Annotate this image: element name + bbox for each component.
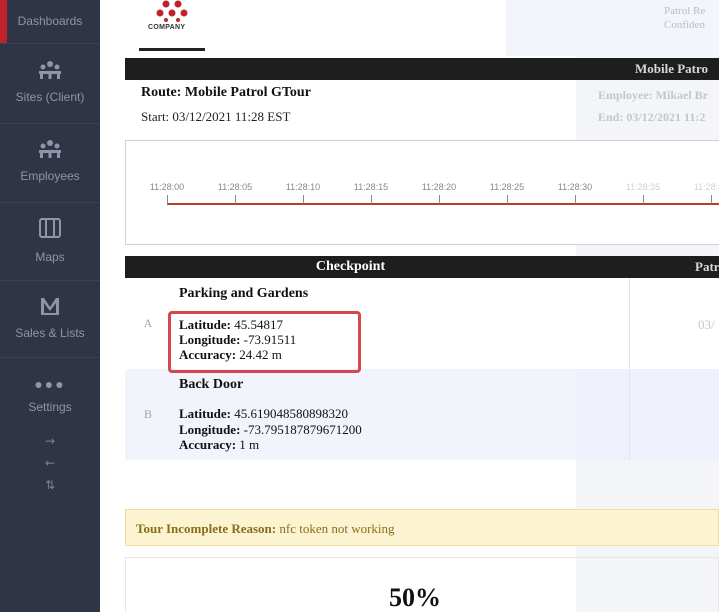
arrow-right-icon[interactable]: → bbox=[0, 434, 100, 448]
sidebar-item-employees[interactable]: Employees bbox=[0, 139, 100, 183]
maps-icon bbox=[0, 216, 100, 244]
company-logo: COMPANY bbox=[139, 0, 205, 53]
timeline-tick-mark bbox=[235, 195, 236, 204]
sidebar-item-label: Sales & Lists bbox=[15, 326, 85, 340]
sidebar-item-label: Maps bbox=[35, 250, 65, 264]
latitude-value: 45.619048580898320 bbox=[231, 406, 348, 421]
sites-icon bbox=[0, 60, 100, 84]
sidebar-item-settings[interactable]: ●●● Settings bbox=[0, 374, 100, 414]
checkpoint-header: Checkpoint bbox=[315, 259, 386, 274]
timeline-tick-label: 11:28:40 bbox=[693, 182, 719, 192]
timeline-track bbox=[167, 203, 719, 205]
report-title-blur: Patrol Re bbox=[664, 5, 706, 17]
latitude-line: Latitude: 45.619048580898320 bbox=[179, 406, 348, 421]
swap-icon[interactable]: ⇅ bbox=[0, 478, 100, 492]
incomplete-label: Tour Incomplete Reason: bbox=[136, 521, 277, 536]
divider bbox=[0, 43, 100, 44]
tour-incomplete-alert: Tour Incomplete Reason: nfc token not wo… bbox=[125, 509, 719, 546]
employees-icon bbox=[0, 139, 100, 163]
logo-caption: COMPANY bbox=[148, 24, 186, 31]
divider bbox=[0, 202, 100, 203]
timeline-tick-label: 11:28:15 bbox=[353, 182, 389, 192]
timeline-tick-label: 11:28:05 bbox=[217, 182, 253, 192]
divider bbox=[629, 369, 630, 460]
checkpoint-time-cell bbox=[576, 369, 719, 460]
timeline-tick-label: 11:28:20 bbox=[421, 182, 457, 192]
timeline-tick-label: 11:28:35 bbox=[625, 182, 661, 192]
timeline-tick-mark bbox=[303, 195, 304, 204]
employee-name-blur: Employee: Mikael Br bbox=[598, 88, 708, 102]
highlight-box bbox=[168, 311, 361, 373]
more-dots-icon: ●●● bbox=[34, 376, 66, 392]
accuracy-line: Accuracy: 1 m bbox=[179, 437, 259, 452]
divider bbox=[629, 278, 630, 369]
accuracy-value: 1 m bbox=[236, 437, 260, 452]
timeline-tick-mark bbox=[167, 195, 168, 204]
arrow-left-icon[interactable]: ← bbox=[0, 456, 100, 470]
completion-box: 50% bbox=[125, 557, 719, 612]
divider bbox=[0, 280, 100, 281]
bar-right-title: Mobile Patro bbox=[635, 61, 709, 76]
sidebar-item-maps[interactable]: Maps bbox=[0, 216, 100, 264]
end-time-blur: End: 03/12/2021 11:2 bbox=[598, 110, 706, 124]
incomplete-line: Tour Incomplete Reason: nfc token not wo… bbox=[136, 521, 395, 537]
sales-icon bbox=[0, 296, 100, 320]
divider bbox=[0, 123, 100, 124]
checkpoint-letter: B bbox=[143, 407, 152, 421]
report-confidential-blur: Confiden bbox=[664, 19, 705, 31]
sidebar-item-sites[interactable]: Sites (Client) bbox=[0, 60, 100, 104]
route-info: Route: Mobile Patrol GTour Start: 03/12/… bbox=[125, 80, 576, 140]
timeline-tick-mark bbox=[643, 195, 644, 204]
completion-percent: 50% bbox=[389, 583, 441, 612]
route-start: Start: 03/12/2021 11:28 EST bbox=[141, 109, 291, 124]
checkpoint-time-cell: 03/ bbox=[576, 278, 719, 369]
route-header-bar: Mobile Patro bbox=[125, 58, 719, 80]
checkpoint-name: Parking and Gardens bbox=[179, 286, 309, 301]
sidebar-item-label: Employees bbox=[20, 169, 80, 183]
timeline-tick-mark bbox=[711, 195, 712, 204]
timeline-chart: 11:28:00 11:28:05 11:28:10 11:28:15 11:28:20… bbox=[125, 140, 719, 245]
longitude-value: -73.795187879671200 bbox=[240, 422, 362, 437]
report-area: COMPANY Patrol Re Confiden Mobile Patro … bbox=[100, 0, 719, 612]
timeline-tick-mark bbox=[507, 195, 508, 204]
logo-underline bbox=[139, 48, 205, 51]
timeline-tick-label: 11:28:30 bbox=[557, 182, 593, 192]
timeline-tick-mark bbox=[371, 195, 372, 204]
timeline-tick-label: 11:28:10 bbox=[285, 182, 321, 192]
latitude-label: Latitude: bbox=[179, 406, 231, 421]
sidebar-item-dashboards[interactable]: Dashboards bbox=[0, 14, 100, 28]
timeline-tick-label: 11:28:25 bbox=[489, 182, 525, 192]
incomplete-reason: nfc token not working bbox=[276, 521, 395, 536]
divider bbox=[0, 357, 100, 358]
accuracy-label: Accuracy: bbox=[179, 437, 237, 452]
report-header-panel: Patrol Re Confiden bbox=[506, 0, 719, 56]
employee-info-blur: Employee: Mikael Br End: 03/12/2021 11:2 bbox=[598, 84, 719, 128]
timeline-tick-label: 11:28:00 bbox=[149, 182, 185, 192]
sidebar: Dashboards Sites (Client) Employees Maps… bbox=[0, 0, 100, 612]
sidebar-item-label: Sites (Client) bbox=[15, 90, 85, 104]
route-title: Route: Mobile Patrol GTour bbox=[141, 85, 311, 100]
checkpoint-row: B Back Door Latitude: 45.619048580898320… bbox=[125, 369, 576, 460]
patrol-header-blur: Patr bbox=[695, 259, 719, 274]
sidebar-item-label: Dashboards bbox=[17, 14, 83, 28]
sidebar-item-sales-lists[interactable]: Sales & Lists bbox=[0, 296, 100, 340]
timeline-tick-mark bbox=[575, 195, 576, 204]
timeline-tick-mark bbox=[439, 195, 440, 204]
longitude-label: Longitude: bbox=[179, 422, 241, 437]
longitude-line: Longitude: -73.795187879671200 bbox=[179, 422, 362, 437]
checkpoint-header-bar: Checkpoint Patr bbox=[125, 256, 719, 278]
checkpoint-name: Back Door bbox=[179, 377, 244, 392]
sidebar-item-label: Settings bbox=[28, 400, 72, 414]
checkpoint-letter: A bbox=[143, 316, 153, 330]
checkpoint-time-blur: 03/ bbox=[698, 317, 715, 332]
